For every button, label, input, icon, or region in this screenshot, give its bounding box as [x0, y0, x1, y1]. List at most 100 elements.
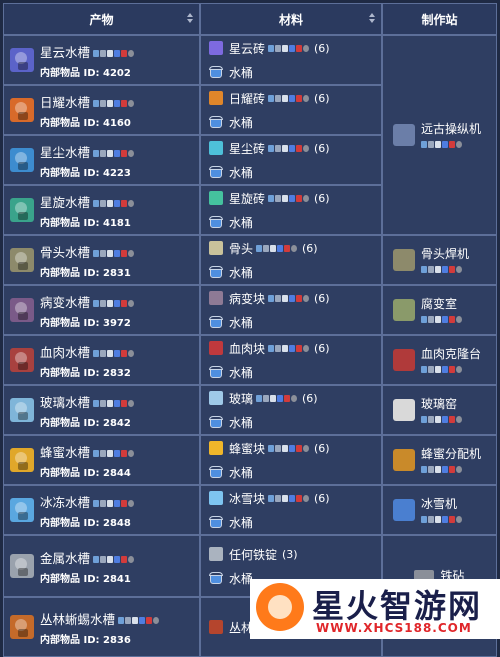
platform-icons [421, 415, 462, 423]
material-name-link[interactable]: 水桶 [229, 214, 253, 231]
item-id-label: 内部物品 ID: [40, 417, 100, 429]
column-header-materials[interactable]: 材料 [200, 3, 382, 35]
material-name-link[interactable]: 玻璃 [229, 390, 253, 407]
material-item: 骨头 (6) [201, 236, 381, 260]
product-name-link[interactable]: 玻璃水槽 [40, 395, 90, 410]
product-name-link[interactable]: 星旋水槽 [40, 195, 90, 210]
material-name-link[interactable]: 病变块 [229, 290, 265, 307]
sink-icon [10, 554, 34, 578]
material-item: 蜂蜜块 (6) [201, 436, 381, 460]
material-name-link[interactable]: 血肉块 [229, 340, 265, 357]
sink-icon [10, 498, 34, 522]
material-name-link[interactable]: 蜂蜜块 [229, 440, 265, 457]
sink-icon [10, 398, 34, 422]
product-name-link[interactable]: 病变水槽 [40, 295, 90, 310]
crafting-station-icon [393, 449, 415, 471]
station-name-link[interactable]: 蜂蜜分配机 [421, 447, 481, 461]
product-cell: 星尘水槽 内部物品 ID: 4223 [3, 135, 200, 185]
platform-icons [268, 194, 310, 202]
material-name-link[interactable]: 水桶 [229, 114, 253, 131]
station-name-link[interactable]: 冰雪机 [421, 497, 457, 511]
material-item: 水桶 [201, 360, 381, 384]
item-id-label: 内部物品 ID: [40, 217, 100, 229]
station-cell: 血肉克隆台 [382, 335, 497, 385]
platform-icons [421, 465, 462, 473]
crafting-station-icon [393, 299, 415, 321]
material-name-link[interactable]: 水桶 [229, 364, 253, 381]
bucket-icon [209, 571, 223, 585]
material-icon [209, 241, 223, 255]
product-cell: 蜂蜜水槽 内部物品 ID: 2844 [3, 435, 200, 485]
bucket-icon [209, 165, 223, 179]
product-name-link[interactable]: 星尘水槽 [40, 145, 90, 160]
station-name-link[interactable]: 远古操纵机 [421, 122, 481, 136]
material-name-link[interactable]: 骨头 [229, 240, 253, 257]
product-cell: 玻璃水槽 内部物品 ID: 2842 [3, 385, 200, 435]
sink-icon [10, 98, 34, 122]
station-name-link[interactable]: 骨头焊机 [421, 247, 469, 261]
bucket-icon [209, 315, 223, 329]
product-name-link[interactable]: 骨头水槽 [40, 245, 90, 260]
product-name-link[interactable]: 金属水槽 [40, 551, 90, 566]
product-cell: 日耀水槽 内部物品 ID: 4160 [3, 85, 200, 135]
platform-icons [93, 349, 135, 357]
table-row: 骨头水槽 内部物品 ID: 2831 骨头 (6) 水桶 骨头焊机 [3, 235, 497, 285]
item-id-value: 4181 [103, 217, 131, 229]
material-name-link[interactable]: 水桶 [229, 414, 253, 431]
bucket-icon [209, 115, 223, 129]
material-item: 病变块 (6) [201, 286, 381, 310]
material-name-link[interactable]: 水桶 [229, 314, 253, 331]
material-item: 水桶 [201, 260, 381, 284]
platform-icons [421, 265, 462, 273]
item-id-value: 3972 [103, 317, 131, 329]
bucket-icon [209, 65, 223, 79]
material-count: (3) [282, 547, 298, 561]
product-name-link[interactable]: 星云水槽 [40, 45, 90, 60]
material-icon [209, 547, 223, 561]
product-name-link[interactable]: 血肉水槽 [40, 345, 90, 360]
material-name-link[interactable]: 星旋砖 [229, 190, 265, 207]
material-name-link[interactable]: 星云砖 [229, 40, 265, 57]
sort-icon[interactable] [369, 13, 375, 23]
bucket-icon [209, 515, 223, 529]
crafting-station-icon [393, 399, 415, 421]
platform-icons [421, 315, 462, 323]
column-header-product[interactable]: 产物 [3, 3, 200, 35]
station-name-link[interactable]: 血肉克隆台 [421, 347, 481, 361]
material-name-link[interactable]: 冰雪块 [229, 490, 265, 507]
product-name-link[interactable]: 冰冻水槽 [40, 495, 90, 510]
material-item: 水桶 [201, 410, 381, 434]
item-id-label: 内部物品 ID: [40, 573, 100, 585]
material-item: 水桶 [201, 510, 381, 534]
item-id-label: 内部物品 ID: [40, 467, 100, 479]
material-name-link[interactable]: 水桶 [229, 64, 253, 81]
product-name-link[interactable]: 丛林蜥蜴水槽 [40, 612, 115, 627]
platform-icons [93, 399, 135, 407]
item-id-value: 2832 [103, 367, 131, 379]
product-name-link[interactable]: 蜂蜜水槽 [40, 445, 90, 460]
item-id-value: 2848 [103, 517, 131, 529]
material-name-link[interactable]: 水桶 [229, 464, 253, 481]
product-name-link[interactable]: 日耀水槽 [40, 95, 90, 110]
material-name-link[interactable]: 任何铁锭 [229, 546, 277, 563]
material-item: 水桶 [201, 210, 381, 234]
watermark-banner: 星火智游网 WWW.XHCS188.COM [250, 579, 500, 639]
material-name-link[interactable]: 星尘砖 [229, 140, 265, 157]
material-name-link[interactable]: 水桶 [229, 514, 253, 531]
item-id-label: 内部物品 ID: [40, 267, 100, 279]
materials-cell: 玻璃 (6) 水桶 [200, 385, 382, 435]
banner-url: WWW.XHCS188.COM [316, 621, 472, 635]
station-cell: 远古操纵机 [382, 35, 497, 235]
station-name-link[interactable]: 腐变室 [421, 297, 457, 311]
material-name-link[interactable]: 水桶 [229, 164, 253, 181]
station-name-link[interactable]: 玻璃窑 [421, 397, 457, 411]
item-id-value: 4160 [103, 117, 131, 129]
material-name-link[interactable]: 日耀砖 [229, 90, 265, 107]
item-id-label: 内部物品 ID: [40, 67, 100, 79]
material-name-link[interactable]: 水桶 [229, 264, 253, 281]
material-icon [209, 441, 223, 455]
product-cell: 金属水槽 内部物品 ID: 2841 [3, 535, 200, 597]
platform-icons [93, 149, 135, 157]
sort-icon[interactable] [187, 13, 193, 23]
materials-cell: 蜂蜜块 (6) 水桶 [200, 435, 382, 485]
